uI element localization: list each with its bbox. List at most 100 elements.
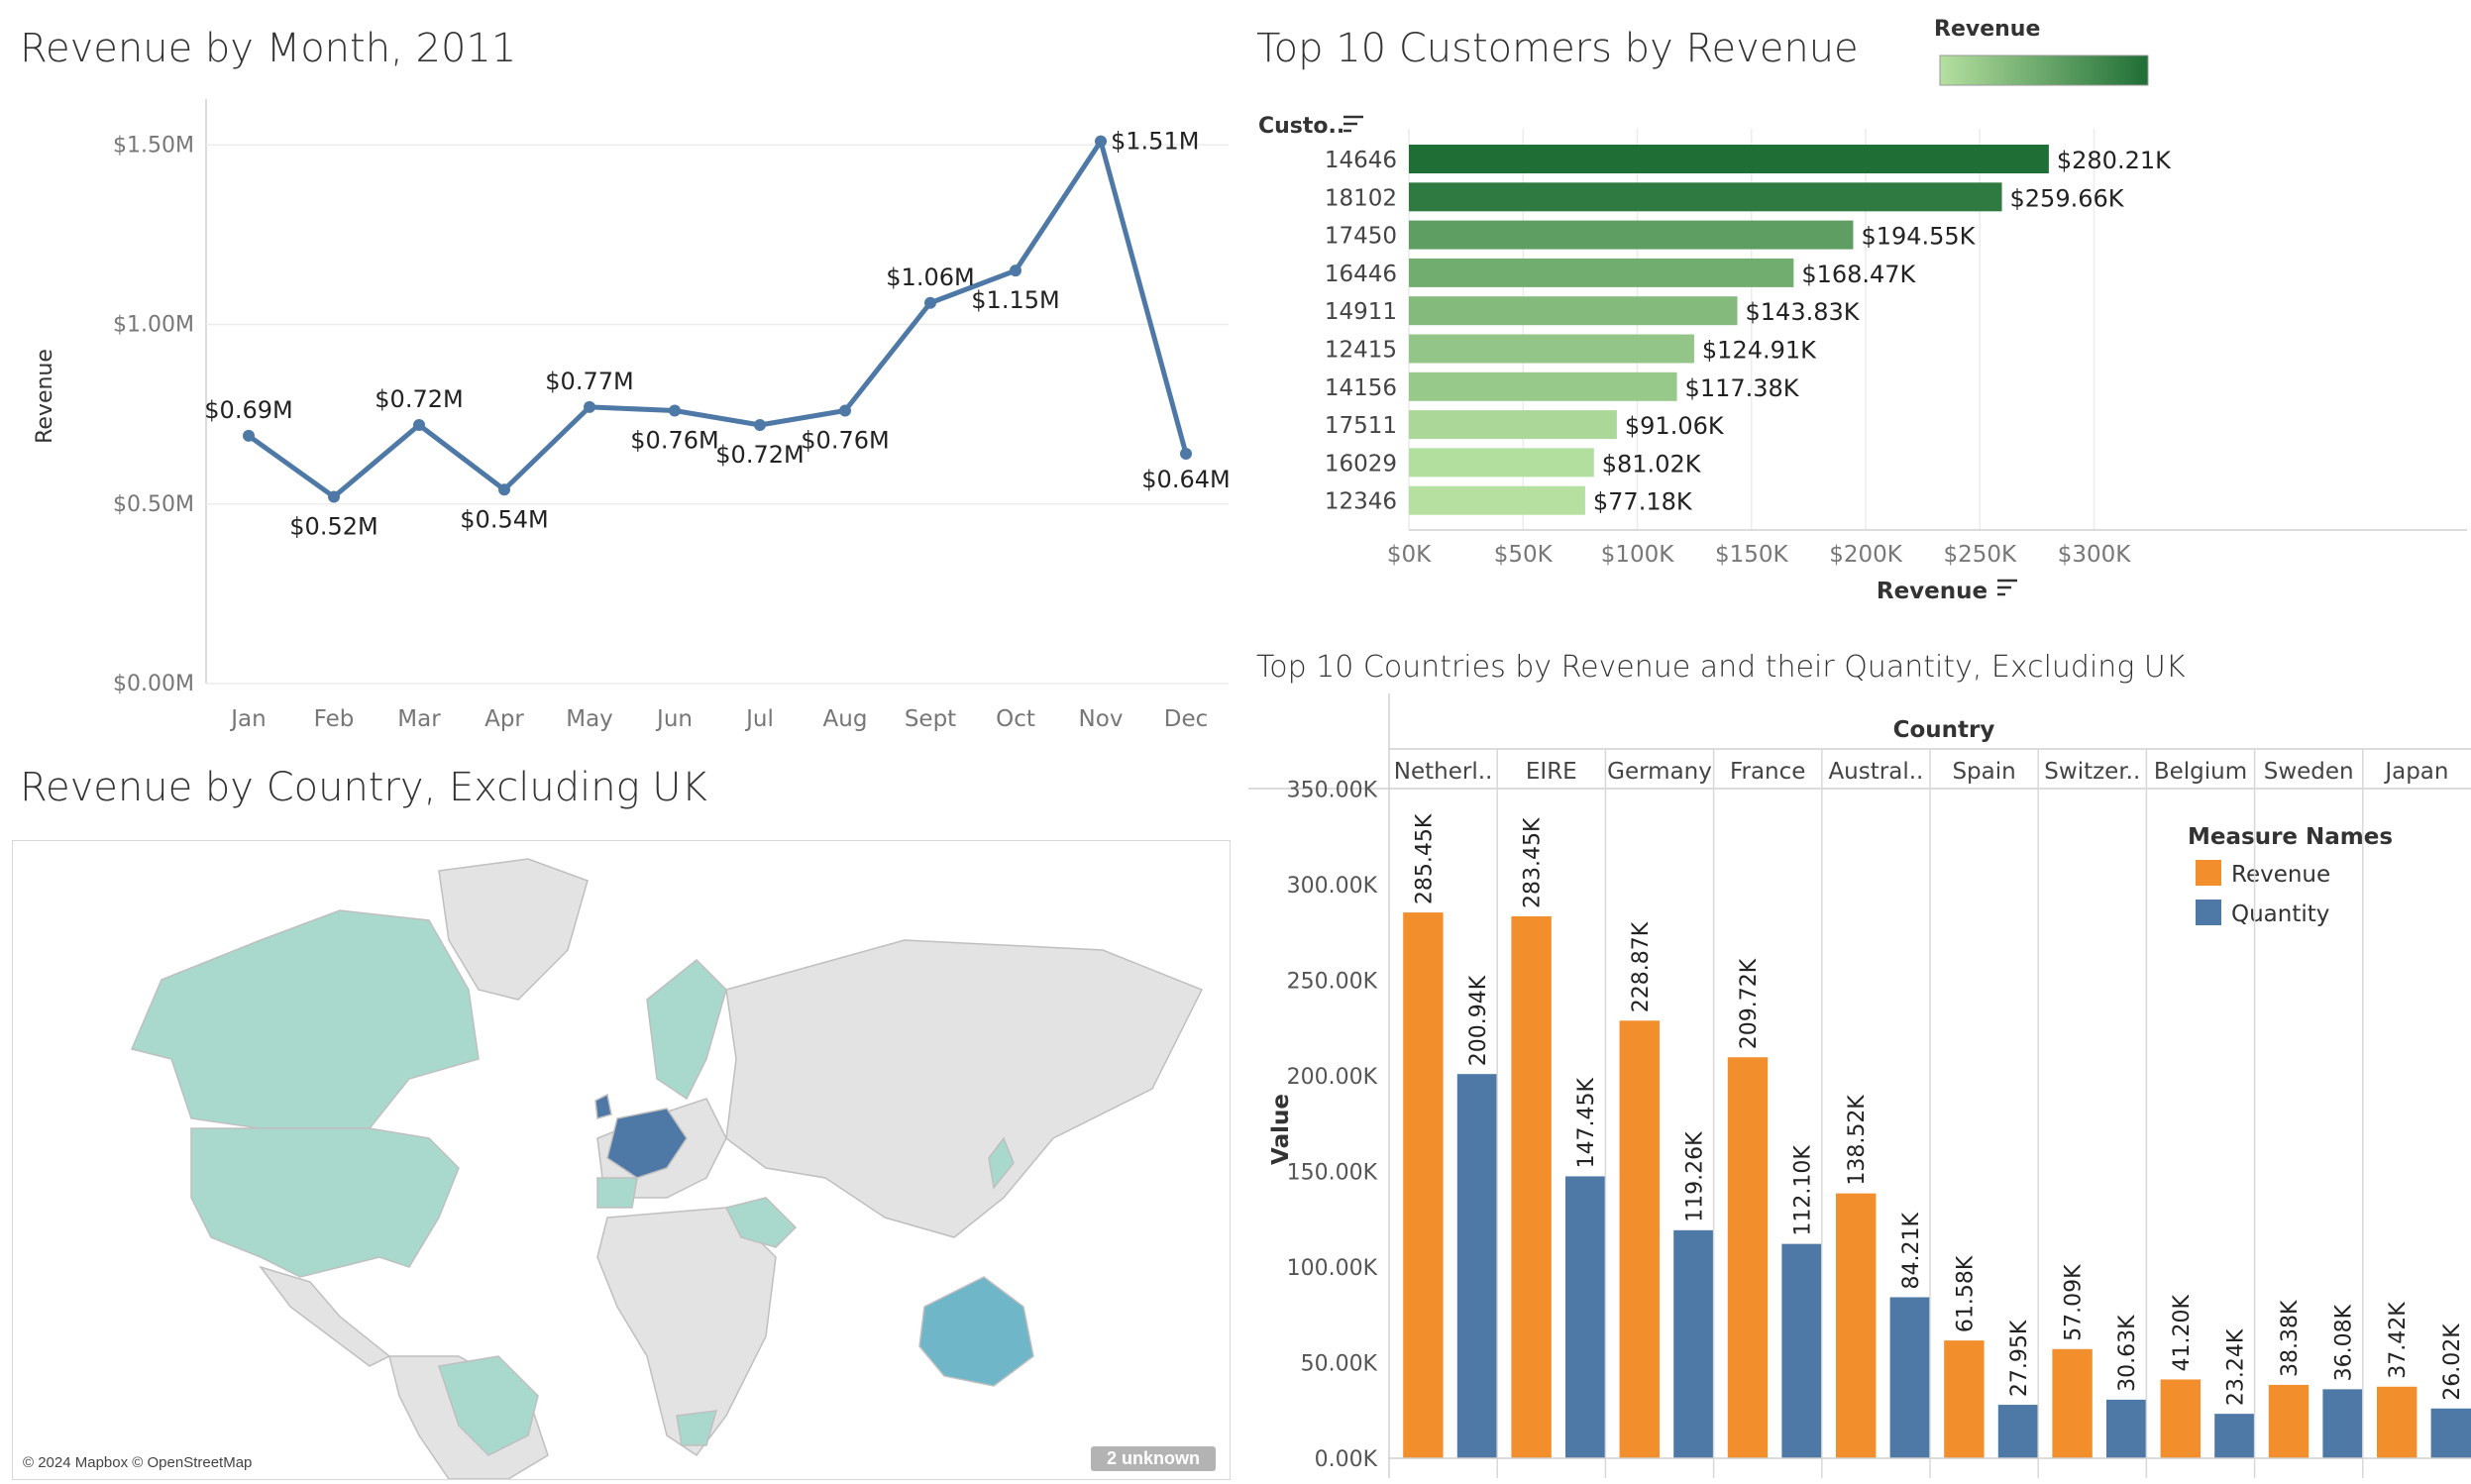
y-tick-label: 300.00K (1287, 874, 1378, 899)
data-point[interactable] (584, 400, 595, 413)
x-tick-label: Apr (484, 706, 524, 732)
data-label: $0.72M (715, 441, 804, 469)
data-point[interactable] (1180, 448, 1192, 460)
revenue-by-country-map[interactable]: © 2024 Mapbox © OpenStreetMap 2 unknown (12, 840, 1231, 1480)
customer-bar[interactable] (1409, 296, 1738, 326)
country-header-label: Netherl.. (1394, 759, 1493, 785)
legend-swatch-quantity (2196, 900, 2221, 925)
bar-value-label: $194.55K (1861, 223, 1976, 251)
customer-bar[interactable] (1409, 145, 2049, 173)
quantity-bar[interactable] (1456, 1074, 1498, 1458)
customer-bar[interactable] (1409, 334, 1694, 364)
data-point[interactable] (328, 490, 340, 503)
y-tick-label: 250.00K (1287, 970, 1378, 995)
country-header-label: Switzer.. (2044, 759, 2140, 785)
bar-value-label: $91.06K (1625, 412, 1725, 440)
monthly-revenue-line-chart[interactable]: Revenue $0.00M $0.50M $1.00M $1.50M Jan Feb Ma… (0, 0, 1248, 773)
x-tick-label: $0K (1387, 542, 1432, 568)
countries-legend-title: Measure Names (2188, 824, 2393, 850)
customer-id-label: 14156 (1325, 375, 1397, 401)
customer-bar[interactable] (1409, 258, 1794, 287)
revenue-bar[interactable] (1727, 1057, 1769, 1458)
legend-swatch-revenue (2196, 860, 2221, 886)
x-tick-label: $200K (1829, 542, 1903, 568)
data-point[interactable] (754, 419, 766, 431)
sort-icon[interactable] (1997, 579, 2017, 596)
bar-value-label: 209.72K (1737, 958, 1762, 1049)
map-region-australia[interactable] (918, 1276, 1034, 1387)
map-region-south-africa[interactable] (676, 1410, 718, 1446)
bar-value-label: 30.63K (2115, 1315, 2140, 1392)
x-tick-label: Jul (744, 706, 774, 732)
map-region-usa[interactable] (190, 1127, 460, 1278)
customer-bar[interactable] (1409, 410, 1617, 440)
data-label: $0.76M (630, 427, 718, 455)
quantity-bar[interactable] (2430, 1408, 2471, 1458)
revenue-bar[interactable] (2160, 1379, 2201, 1458)
revenue-bar[interactable] (1403, 912, 1444, 1458)
bar-value-label: 285.45K (1412, 813, 1437, 904)
bar-value-label: 228.87K (1629, 921, 1654, 1012)
data-point[interactable] (669, 404, 681, 417)
quantity-bar[interactable] (1997, 1405, 2039, 1458)
revenue-bar[interactable] (2052, 1348, 2093, 1458)
unknown-locations-badge[interactable]: 2 unknown (1091, 1446, 1216, 1471)
data-point[interactable] (498, 483, 510, 496)
quantity-bar[interactable] (2214, 1414, 2255, 1458)
x-tick-label: Dec (1164, 706, 1209, 732)
data-point[interactable] (924, 296, 936, 309)
quantity-bar[interactable] (1673, 1229, 1714, 1458)
bar-value-label: 112.10K (1791, 1145, 1816, 1236)
top-customers-bar-chart[interactable]: Revenue Custo.. Revenue $0K $50K $100K $150… (1248, 0, 2471, 634)
legend-label-quantity[interactable]: Quantity (2231, 901, 2329, 927)
data-point[interactable] (839, 404, 851, 417)
bar-value-label: $143.83K (1746, 298, 1861, 326)
countries-chart-title: Top 10 Countries by Revenue and their Qu… (1256, 650, 2186, 685)
revenue-bar[interactable] (1835, 1193, 1877, 1458)
top-countries-grouped-bar-chart[interactable]: Country Value Measure Names Revenue Quan… (1248, 693, 2471, 1484)
map-region-canada[interactable] (130, 909, 480, 1129)
revenue-bar[interactable] (2376, 1386, 2417, 1458)
customer-bar[interactable] (1409, 485, 1585, 515)
map-region-iberia[interactable] (596, 1177, 638, 1209)
customer-id-label: 17450 (1325, 224, 1397, 250)
data-point[interactable] (1010, 265, 1021, 277)
revenue-bar[interactable] (1511, 915, 1552, 1458)
sort-icon[interactable] (1343, 115, 1363, 133)
x-tick-label: Mar (397, 706, 441, 732)
data-point[interactable] (413, 419, 425, 431)
y-tick-label: $1.50M (113, 133, 194, 158)
customer-id-label: 14911 (1325, 299, 1397, 325)
quantity-bar[interactable] (1781, 1243, 1822, 1458)
data-point[interactable] (243, 429, 255, 442)
x-tick-label: Nov (1079, 706, 1124, 732)
customer-bar[interactable] (1409, 220, 1854, 250)
revenue-bar[interactable] (1619, 1020, 1660, 1458)
customer-id-label: 18102 (1325, 185, 1397, 211)
x-tick-label: May (566, 706, 613, 732)
quantity-bar[interactable] (2105, 1399, 2147, 1458)
x-tick-label: Feb (314, 706, 355, 732)
countries-header-label: Country (1893, 717, 1995, 743)
map-region-scandinavia[interactable] (646, 958, 727, 1101)
y-tick-label: 50.00K (1301, 1352, 1378, 1377)
bar-value-label: 37.42K (2386, 1302, 2411, 1379)
quantity-bar[interactable] (2322, 1389, 2363, 1458)
customer-bar[interactable] (1409, 182, 2002, 212)
x-tick-label: Aug (823, 706, 868, 732)
map-region-central-america (259, 1265, 391, 1367)
quantity-bar[interactable] (1889, 1297, 1930, 1458)
quantity-bar[interactable] (1564, 1176, 1606, 1458)
bar-value-label: 41.20K (2170, 1295, 2195, 1372)
bar-value-label: $259.66K (2010, 184, 2125, 212)
customer-bar[interactable] (1409, 448, 1594, 477)
revenue-bar[interactable] (1944, 1340, 1985, 1458)
map-region-eire[interactable] (594, 1093, 612, 1119)
customers-color-legend[interactable] (1939, 54, 2149, 86)
revenue-bar[interactable] (2268, 1384, 2310, 1458)
data-point[interactable] (1095, 135, 1107, 148)
legend-label-revenue[interactable]: Revenue (2231, 862, 2330, 888)
country-header-label: Sweden (2264, 759, 2354, 785)
y-tick-label: $0.50M (113, 492, 194, 517)
customer-bar[interactable] (1409, 371, 1677, 401)
